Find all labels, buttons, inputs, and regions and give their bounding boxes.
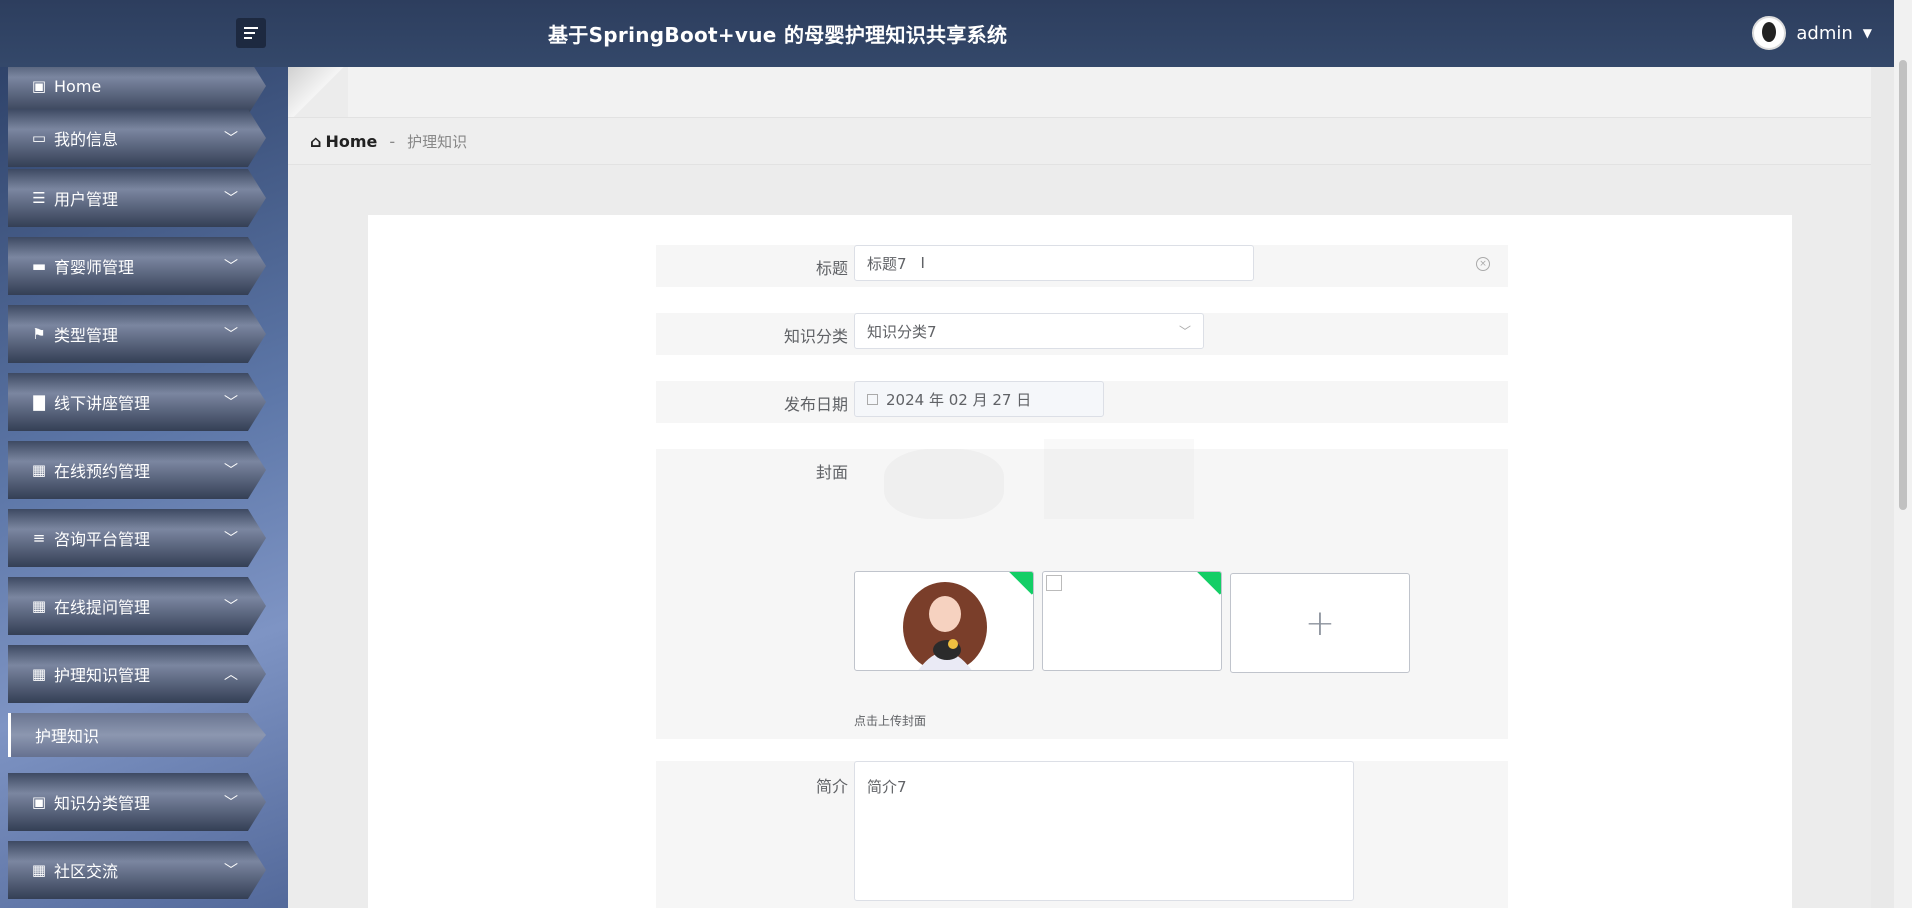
chevron-down-icon: ﹀ (1178, 324, 1191, 339)
user-menu[interactable]: admin ▼ (1752, 16, 1872, 50)
sidebar-item-appointments[interactable]: ▦ 在线预约管理 ﹀ (8, 441, 266, 499)
breadcrumb: ⌂ Home - 护理知识 (288, 117, 1871, 165)
intro-label: 简介 (815, 777, 848, 796)
avatar[interactable] (1752, 16, 1787, 50)
clear-icon[interactable]: × (1476, 257, 1490, 271)
cover-thumbnail-broken[interactable] (1042, 571, 1222, 671)
sidebar-item-community[interactable]: ▦ 社区交流 ﹀ (8, 841, 266, 899)
faded-preview (1044, 439, 1194, 519)
form-row-title: 标题 标题7 I × (656, 245, 1508, 287)
sidebar-item-consult[interactable]: ≡ 咨询平台管理 ﹀ (8, 509, 266, 567)
sidebar-item-category-mgmt[interactable]: ▣ 知识分类管理 ﹀ (8, 773, 266, 831)
breadcrumb-separator: - (389, 131, 396, 151)
chevron-down-icon: ﹀ (224, 395, 238, 411)
calendar-icon (867, 393, 878, 405)
grid-icon: ▦ (31, 597, 47, 615)
text-cursor-icon: I (920, 254, 925, 272)
sidebar-item-my-info[interactable]: ▭ 我的信息 ﹀ (8, 109, 266, 167)
chevron-down-icon: ﹀ (224, 599, 238, 615)
category-label: 知识分类 (783, 327, 848, 346)
chevron-down-icon: ﹀ (224, 191, 238, 207)
briefcase-icon: ▇ (33, 393, 45, 411)
chevron-down-icon: ﹀ (224, 795, 238, 811)
menu-toggle-button[interactable] (236, 18, 266, 48)
form-card: 标题 标题7 I × 知识分类 知识分类7 ﹀ 发布日期 2024 年 02 月 … (368, 215, 1792, 908)
page-scrollbar[interactable] (1894, 0, 1912, 908)
form-row-category: 知识分类 知识分类7 ﹀ (656, 313, 1508, 355)
sidebar-item-users[interactable]: ☰ 用户管理 ﹀ (8, 169, 266, 227)
chevron-down-icon: ﹀ (224, 531, 238, 547)
mother-baby-illustration (903, 582, 987, 670)
sidebar-subitem-nursing-knowledge[interactable]: 护理知识 (8, 713, 266, 757)
app-title: 基于SpringBoot+vue 的母婴护理知识共享系统 (548, 23, 1008, 47)
chevron-up-icon: ︿ (224, 667, 238, 683)
sidebar-item-nursing-knowledge-mgmt[interactable]: ▦ 护理知识管理 ︿ (8, 645, 266, 703)
card-icon: ▭ (31, 129, 47, 147)
upload-cover-button[interactable]: + (1230, 573, 1410, 673)
sidebar-item-home[interactable]: ▣ Home (8, 67, 266, 115)
date-label: 发布日期 (783, 395, 848, 414)
cover-thumbnail[interactable] (854, 571, 1034, 671)
cover-hint: 点击上传封面 (854, 714, 927, 728)
sidebar: ▣ Home ▭ 我的信息 ﹀ ☰ 用户管理 ﹀ ▬ 育婴师管理 ﹀ ⚑ 类型管… (0, 67, 288, 908)
success-tag (1194, 572, 1221, 595)
chevron-down-icon: ﹀ (224, 863, 238, 879)
grid-icon: ▦ (31, 665, 47, 683)
list-icon: ☰ (32, 189, 46, 207)
form-row-cover: 封面 + 点击上传封面 (656, 439, 1508, 739)
sliders-icon: ≡ (32, 529, 46, 547)
sidebar-item-questions[interactable]: ▦ 在线提问管理 ﹀ (8, 577, 266, 635)
flag-icon: ⚑ (32, 325, 46, 343)
date-picker[interactable]: 2024 年 02 月 27 日 (854, 381, 1104, 417)
main-content: ⌂ Home - 护理知识 标题 标题7 I × 知识分类 知识分类7 ﹀ 发布日… (288, 67, 1871, 908)
sidebar-item-lectures[interactable]: ▇ 线下讲座管理 ﹀ (8, 373, 266, 431)
chevron-down-icon: ﹀ (224, 327, 238, 343)
cover-label: 封面 (815, 463, 848, 482)
grid-icon: ▦ (31, 461, 47, 479)
home-icon: ⌂ (310, 131, 322, 151)
caret-down-icon[interactable]: ▼ (1863, 26, 1872, 40)
home-icon: ▣ (31, 77, 47, 95)
broken-image-icon (1046, 575, 1062, 591)
sidebar-item-types[interactable]: ⚑ 类型管理 ﹀ (8, 305, 266, 363)
page-top-strip (288, 67, 1871, 117)
form-row-intro: 简介 简介7 (656, 761, 1508, 908)
title-input[interactable]: 标题7 I (854, 245, 1254, 281)
wallet-icon: ▣ (31, 793, 47, 811)
faded-preview (884, 449, 1004, 519)
top-header: 基于SpringBoot+vue 的母婴护理知识共享系统 admin ▼ (0, 0, 1912, 67)
scrollbar-thumb[interactable] (1899, 60, 1907, 510)
chat-icon: ▬ (31, 257, 47, 275)
title-label: 标题 (815, 259, 848, 278)
form-row-date: 发布日期 2024 年 02 月 27 日 (656, 381, 1508, 423)
sidebar-item-nanny[interactable]: ▬ 育婴师管理 ﹀ (8, 237, 266, 295)
chevron-down-icon: ﹀ (224, 259, 238, 275)
category-select[interactable]: 知识分类7 ﹀ (854, 313, 1204, 349)
breadcrumb-current: 护理知识 (407, 132, 468, 151)
breadcrumb-home[interactable]: ⌂ Home (310, 132, 377, 151)
chevron-down-icon: ﹀ (224, 131, 238, 147)
grid-icon: ▦ (31, 861, 47, 879)
paper-curl-decoration (288, 67, 348, 117)
intro-textarea[interactable]: 简介7 (854, 761, 1354, 901)
chevron-down-icon: ﹀ (224, 463, 238, 479)
username[interactable]: admin (1796, 23, 1852, 44)
